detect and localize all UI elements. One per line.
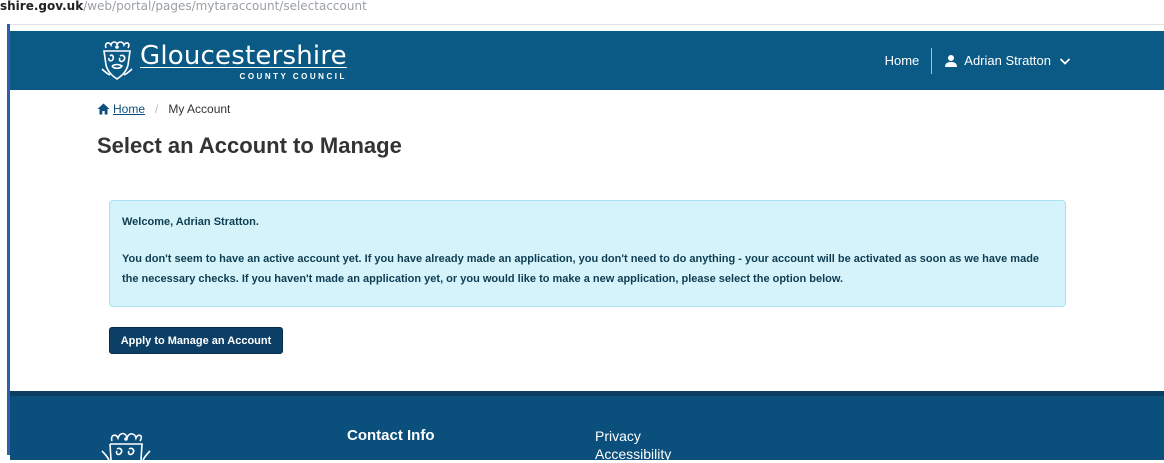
- home-icon: [97, 103, 110, 115]
- user-name: Adrian Stratton: [964, 53, 1051, 68]
- top-nav: Home Adrian Stratton: [885, 31, 1071, 90]
- breadcrumb: Home / My Account: [97, 102, 230, 116]
- breadcrumb-current: My Account: [168, 102, 231, 116]
- breadcrumb-home-link[interactable]: Home: [97, 102, 145, 116]
- site-footer: Contact Info Privacy Accessibility: [10, 391, 1164, 463]
- county-crest-icon: [101, 41, 133, 80]
- chevron-down-icon: [1059, 57, 1071, 65]
- logo-name: Gloucestershire: [140, 40, 347, 71]
- welcome-alert: Welcome, Adrian Stratton. You don't seem…: [109, 200, 1066, 307]
- user-icon: [945, 54, 958, 67]
- footer-link-privacy[interactable]: Privacy: [595, 428, 641, 444]
- site-logo-link[interactable]: Gloucestershire COUNTY COUNCIL: [98, 35, 347, 87]
- alert-welcome-text: Welcome, Adrian Stratton.: [122, 216, 259, 228]
- url-path: /web/portal/pages/mytaraccount/selectacc…: [83, 0, 367, 13]
- footer-links: Privacy Accessibility: [595, 427, 671, 463]
- address-url[interactable]: shire.gov.uk/web/portal/pages/mytaraccou…: [0, 0, 367, 13]
- breadcrumb-home-label: Home: [113, 102, 146, 116]
- apply-manage-account-button[interactable]: Apply to Manage an Account: [109, 327, 283, 354]
- alert-message-text: You don't seem to have an active account…: [122, 253, 1040, 285]
- nav-home-link[interactable]: Home: [885, 53, 932, 68]
- nav-divider: [931, 47, 933, 74]
- footer-contact-heading: Contact Info: [347, 427, 435, 444]
- footer-crest-icon: [101, 432, 151, 460]
- site-header: Gloucestershire COUNTY COUNCIL Home Adri…: [10, 31, 1164, 90]
- page-title: Select an Account to Manage: [97, 133, 402, 158]
- browser-address-bar[interactable]: shire.gov.uk/web/portal/pages/mytaraccou…: [0, 0, 1164, 25]
- window-frame: [0, 24, 10, 455]
- url-host: shire.gov.uk: [0, 0, 84, 13]
- logo-subtitle: COUNTY COUNCIL: [239, 71, 347, 81]
- breadcrumb-separator: /: [155, 102, 159, 116]
- footer-link-accessibility[interactable]: Accessibility: [595, 446, 671, 462]
- user-menu-toggle[interactable]: Adrian Stratton: [944, 53, 1071, 68]
